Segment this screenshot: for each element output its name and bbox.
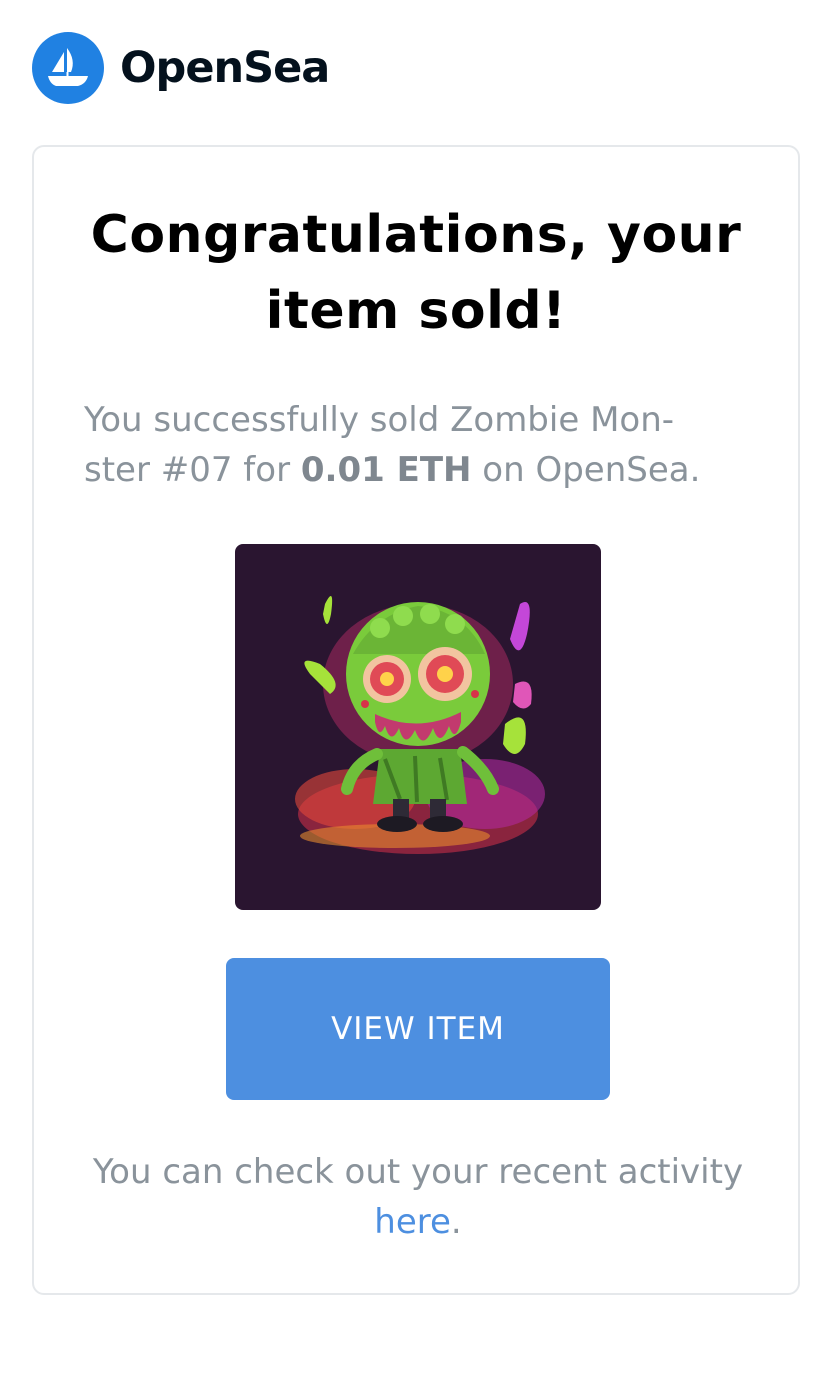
activity-message-prefix: You can check out your recent activity — [92, 1152, 744, 1192]
brand-name: OpenSea — [120, 43, 330, 93]
card-title: Congratulations, your item sold! — [90, 205, 742, 341]
zombie-monster-illustration — [295, 596, 545, 854]
item-image[interactable] — [235, 544, 601, 910]
notification-card: Congratulations, your item sold! You suc… — [32, 145, 800, 1295]
activity-message: You can check out your recent activity h… — [64, 1147, 772, 1247]
sale-message-suffix: on OpenSea. — [471, 450, 701, 490]
sale-message: You successfully sold Zombie Mon-ster #0… — [84, 395, 724, 495]
activity-message-suffix: . — [450, 1202, 462, 1242]
sale-price: 0.01 ETH — [300, 450, 472, 490]
opensea-logo-icon[interactable] — [32, 32, 104, 104]
ship-icon — [48, 48, 88, 86]
view-item-button[interactable]: VIEW ITEM — [226, 958, 610, 1100]
email-header: OpenSea — [32, 32, 330, 104]
activity-here-link[interactable]: here — [374, 1202, 451, 1242]
